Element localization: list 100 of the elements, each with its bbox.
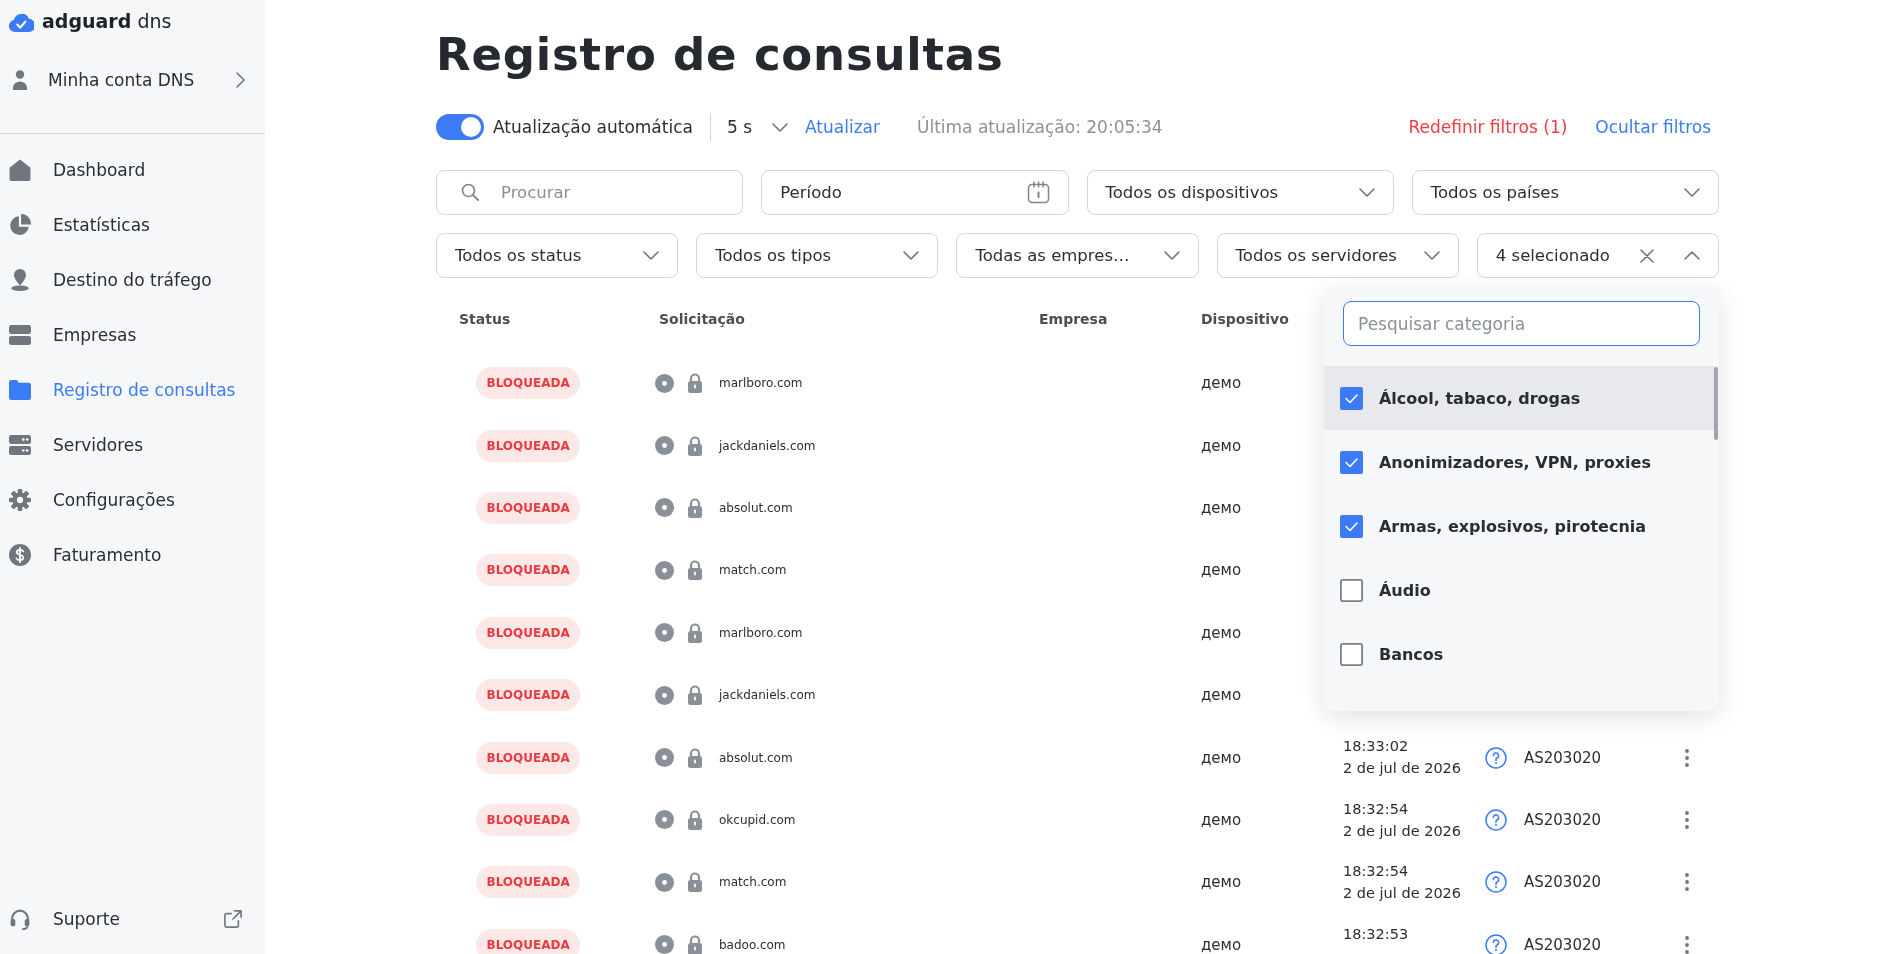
category-option[interactable]: Bancos: [1324, 622, 1716, 686]
dot-circle-icon: [655, 623, 674, 643]
asn-label: AS203020: [1524, 935, 1602, 954]
status-badge: BLOQUEADA: [476, 679, 581, 712]
kebab-menu-icon[interactable]: [1685, 935, 1689, 954]
domain-name: marlboro.com: [719, 625, 803, 640]
checkbox[interactable]: [1340, 514, 1363, 538]
nav-item[interactable]: Servidores: [0, 417, 265, 472]
chevron-down-icon: [1163, 251, 1180, 260]
domain-name: jackdaniels.com: [719, 688, 816, 703]
chevron-down-icon: [772, 122, 788, 132]
kebab-menu-icon[interactable]: [1685, 810, 1689, 829]
server-icon: [9, 433, 31, 456]
select-field[interactable]: Todos os tipos: [696, 233, 939, 278]
category-option[interactable]: Anonimizadores, VPN, proxies: [1324, 430, 1716, 494]
nav-item[interactable]: Registro de consultas: [0, 362, 265, 417]
dollar-coin-icon: [9, 543, 31, 566]
select-field[interactable]: Todas as empres…: [956, 233, 1199, 278]
asn-label: AS203020: [1524, 810, 1602, 829]
device-name: демо: [1201, 374, 1242, 393]
chevron-up-icon: [1684, 251, 1700, 260]
domain-name: okcupid.com: [719, 812, 796, 827]
date-range-field[interactable]: Período: [761, 170, 1069, 215]
person-icon: [12, 70, 28, 90]
select-field[interactable]: Todos os status: [436, 233, 679, 278]
interval-select[interactable]: 5 s: [726, 117, 788, 137]
map-pin-icon: [9, 268, 31, 291]
pie-chart-icon: [9, 213, 31, 236]
padlock-icon: [687, 435, 703, 456]
device-name: демо: [1201, 873, 1242, 892]
device-name: демо: [1201, 748, 1242, 767]
status-badge: BLOQUEADA: [476, 367, 581, 400]
nav-item[interactable]: Destino do tráfego: [0, 252, 265, 307]
nav-item[interactable]: Empresas: [0, 307, 265, 362]
time-text: 18:32:54: [1343, 862, 1409, 882]
clear-icon[interactable]: [1640, 248, 1654, 263]
column-header: Status: [459, 311, 511, 327]
nav-item[interactable]: Faturamento: [0, 527, 265, 582]
nav-item[interactable]: Dashboard: [0, 142, 265, 197]
column-header: Dispositivo: [1201, 311, 1289, 327]
hide-filters-link[interactable]: Ocultar filtros: [1595, 117, 1711, 137]
checkbox[interactable]: [1340, 450, 1363, 474]
help-icon[interactable]: [1485, 746, 1507, 769]
time-text: 18:32:54: [1343, 799, 1409, 819]
padlock-icon: [687, 809, 703, 830]
checkbox[interactable]: [1340, 578, 1363, 602]
padlock-icon: [687, 560, 703, 581]
search-field[interactable]: Procurar: [436, 170, 744, 215]
help-icon[interactable]: [1485, 871, 1507, 894]
dot-circle-icon: [655, 373, 674, 393]
dot-circle-icon: [655, 872, 674, 892]
select-field[interactable]: Todos os servidores: [1216, 233, 1459, 278]
select-field[interactable]: Todos os dispositivos: [1086, 170, 1394, 215]
date-text: 2 de jul de 2026: [1343, 821, 1462, 841]
date-text: 2 de jul de 2026: [1343, 884, 1462, 904]
folder-icon: [9, 378, 31, 401]
dot-circle-icon: [655, 498, 674, 518]
nav-item[interactable]: Configurações: [0, 472, 265, 527]
chevron-down-icon: [1358, 188, 1375, 197]
category-option[interactable]: Álcool, tabaco, drogas: [1324, 366, 1716, 430]
dot-circle-icon: [655, 685, 674, 705]
domain-name: jackdaniels.com: [719, 438, 816, 453]
padlock-icon: [687, 497, 703, 518]
status-badge: BLOQUEADA: [476, 928, 581, 954]
dot-circle-icon: [655, 810, 674, 830]
category-option[interactable]: Armas, explosivos, pirotecnia: [1324, 494, 1716, 558]
auto-refresh-toggle[interactable]: [436, 114, 484, 140]
padlock-icon: [687, 685, 703, 706]
asn-label: AS203020: [1524, 873, 1602, 892]
status-badge: BLOQUEADA: [476, 616, 581, 649]
kebab-menu-icon[interactable]: [1685, 873, 1689, 892]
select-field[interactable]: Todos os países: [1411, 170, 1719, 215]
domain-name: absolut.com: [719, 750, 793, 765]
column-header: Empresa: [1039, 311, 1108, 327]
nav-item[interactable]: Estatísticas: [0, 197, 265, 252]
checkbox[interactable]: [1340, 642, 1363, 666]
chevron-down-icon: [643, 251, 660, 260]
category-search-field[interactable]: Pesquisar categoria: [1343, 301, 1700, 346]
checkbox[interactable]: [1340, 386, 1363, 410]
select-field[interactable]: 4 selecionado: [1476, 233, 1719, 278]
reset-filters-link[interactable]: Redefinir filtros (1): [1408, 117, 1568, 137]
support-link[interactable]: Suporte: [0, 891, 265, 946]
device-name: демо: [1201, 436, 1242, 455]
chevron-down-icon: [1423, 251, 1440, 260]
help-icon[interactable]: [1485, 808, 1507, 831]
padlock-icon: [687, 373, 703, 394]
chevron-down-icon: [903, 251, 920, 260]
domain-name: badoo.com: [719, 937, 786, 952]
calendar-icon: [1026, 181, 1050, 204]
scrollbar-thumb[interactable]: [1714, 367, 1718, 440]
logo-wordmark: adguard dns: [42, 10, 172, 32]
external-link-icon: [224, 909, 242, 928]
kebab-menu-icon[interactable]: [1685, 748, 1689, 767]
help-icon[interactable]: [1485, 933, 1507, 954]
account-menu[interactable]: Minha conta DNS: [0, 60, 245, 100]
refresh-link[interactable]: Atualizar: [805, 117, 880, 137]
status-badge: BLOQUEADA: [476, 491, 581, 524]
status-badge: BLOQUEADA: [476, 866, 581, 899]
chevron-right-icon: [236, 72, 245, 88]
category-option[interactable]: Áudio: [1324, 558, 1716, 622]
